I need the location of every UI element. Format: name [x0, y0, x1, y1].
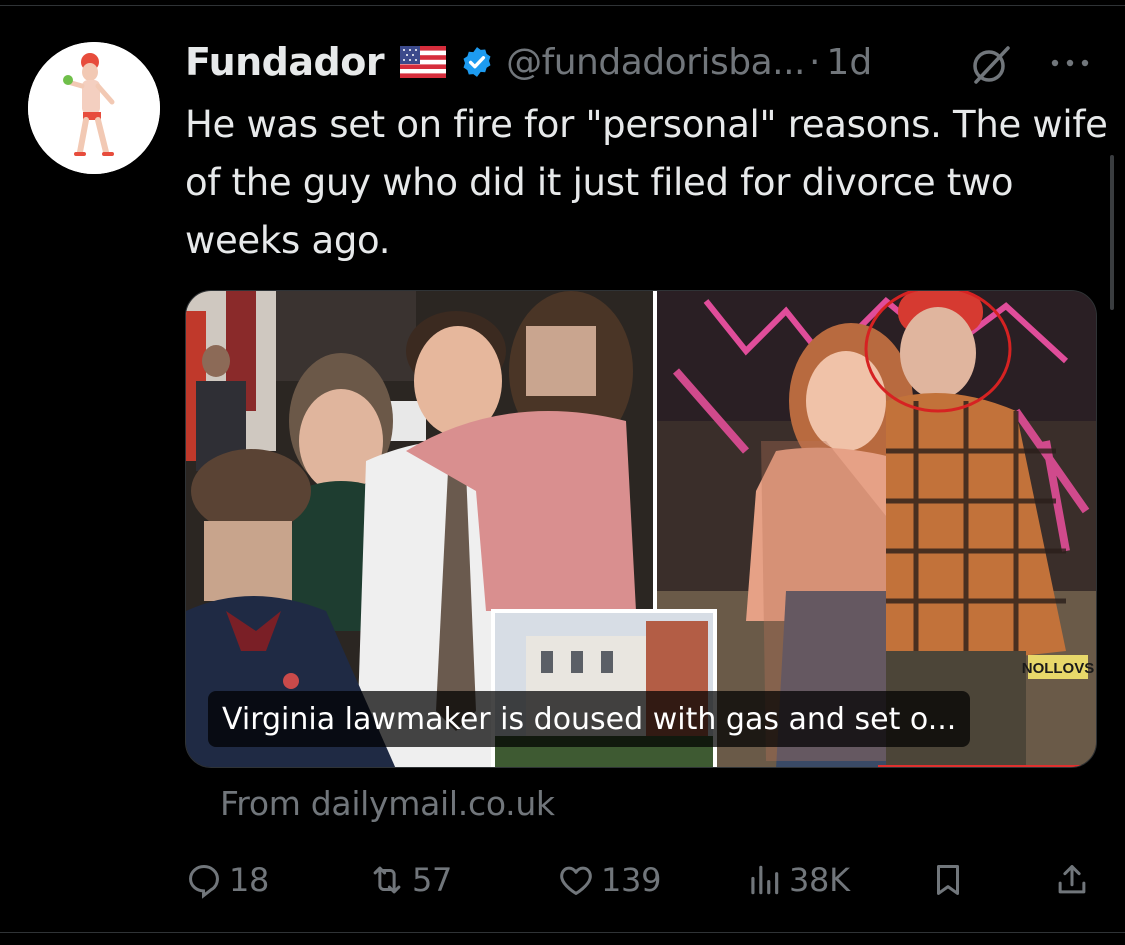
- repost-button[interactable]: 57: [368, 855, 452, 905]
- bookmark-icon: [936, 865, 960, 895]
- repost-count: 57: [412, 861, 453, 899]
- avatar-illustration: [28, 42, 160, 174]
- reply-count: 18: [229, 861, 270, 899]
- us-flag-icon: [400, 46, 447, 78]
- card-source[interactable]: From dailymail.co.uk: [220, 784, 555, 823]
- bookmark-button[interactable]: [929, 855, 967, 905]
- views-icon: [751, 865, 779, 895]
- views-count: 38K: [789, 861, 850, 899]
- tweet-header: Fundador @fundadorisba... · 1d: [185, 38, 872, 86]
- reply-icon: [189, 865, 219, 899]
- sign-text: NOLLOVS: [1022, 660, 1095, 677]
- display-name[interactable]: Fundador: [185, 40, 385, 84]
- heart-icon: [560, 866, 592, 895]
- like-count: 139: [601, 861, 662, 899]
- grok-icon[interactable]: [968, 42, 1014, 88]
- views-button[interactable]: 38K: [745, 855, 850, 905]
- link-card[interactable]: NOLLOVS Virginia lawmaker is doused with…: [185, 290, 1097, 768]
- reply-button[interactable]: 18: [185, 855, 269, 905]
- card-headline[interactable]: Virginia lawmaker is doused with gas and…: [208, 691, 971, 747]
- tweet-text: He was set on fire for "personal" reason…: [185, 103, 1108, 262]
- timestamp[interactable]: 1d: [826, 42, 872, 83]
- verified-badge-icon[interactable]: [460, 45, 494, 79]
- bottom-divider: [0, 932, 1125, 933]
- more-icon[interactable]: [1048, 48, 1092, 78]
- share-button[interactable]: [1053, 855, 1091, 905]
- share-icon: [1058, 865, 1086, 894]
- repost-icon: [373, 866, 401, 894]
- separator-dot: ·: [808, 41, 821, 83]
- like-button[interactable]: 139: [557, 855, 661, 905]
- top-divider: [0, 5, 1125, 6]
- scrollbar[interactable]: [1110, 155, 1114, 310]
- avatar[interactable]: [28, 42, 160, 174]
- action-bar: 18 57 139 38K: [185, 855, 1097, 905]
- handle[interactable]: @fundadorisba...: [506, 42, 805, 83]
